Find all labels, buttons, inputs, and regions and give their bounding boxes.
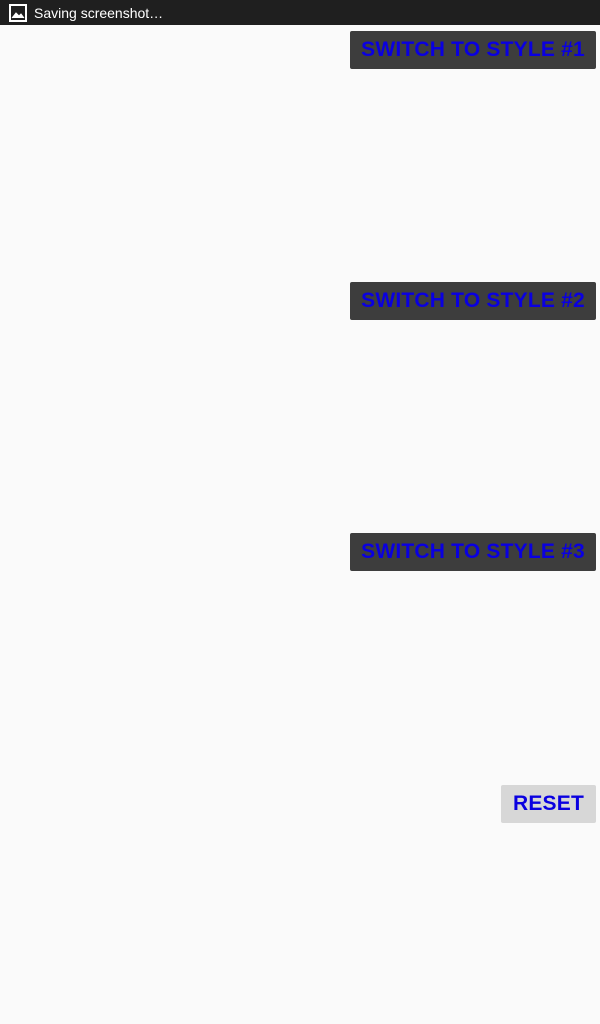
image-icon — [8, 3, 28, 23]
switch-to-style-2-button[interactable]: SWITCH TO STYLE #2 — [350, 282, 596, 320]
switch-to-style-1-button[interactable]: SWITCH TO STYLE #1 — [350, 31, 596, 69]
switch-to-style-1-label: SWITCH TO STYLE #1 — [361, 38, 585, 61]
notification-text: Saving screenshot… — [34, 4, 164, 21]
reset-label: RESET — [512, 792, 584, 815]
reset-button[interactable]: RESET — [501, 785, 596, 823]
status-bar: Saving screenshot… — [0, 0, 600, 25]
switch-to-style-3-button[interactable]: SWITCH TO STYLE #3 — [350, 533, 596, 571]
switch-to-style-3-label: SWITCH TO STYLE #3 — [361, 540, 585, 563]
switch-to-style-2-label: SWITCH TO STYLE #2 — [361, 289, 585, 312]
